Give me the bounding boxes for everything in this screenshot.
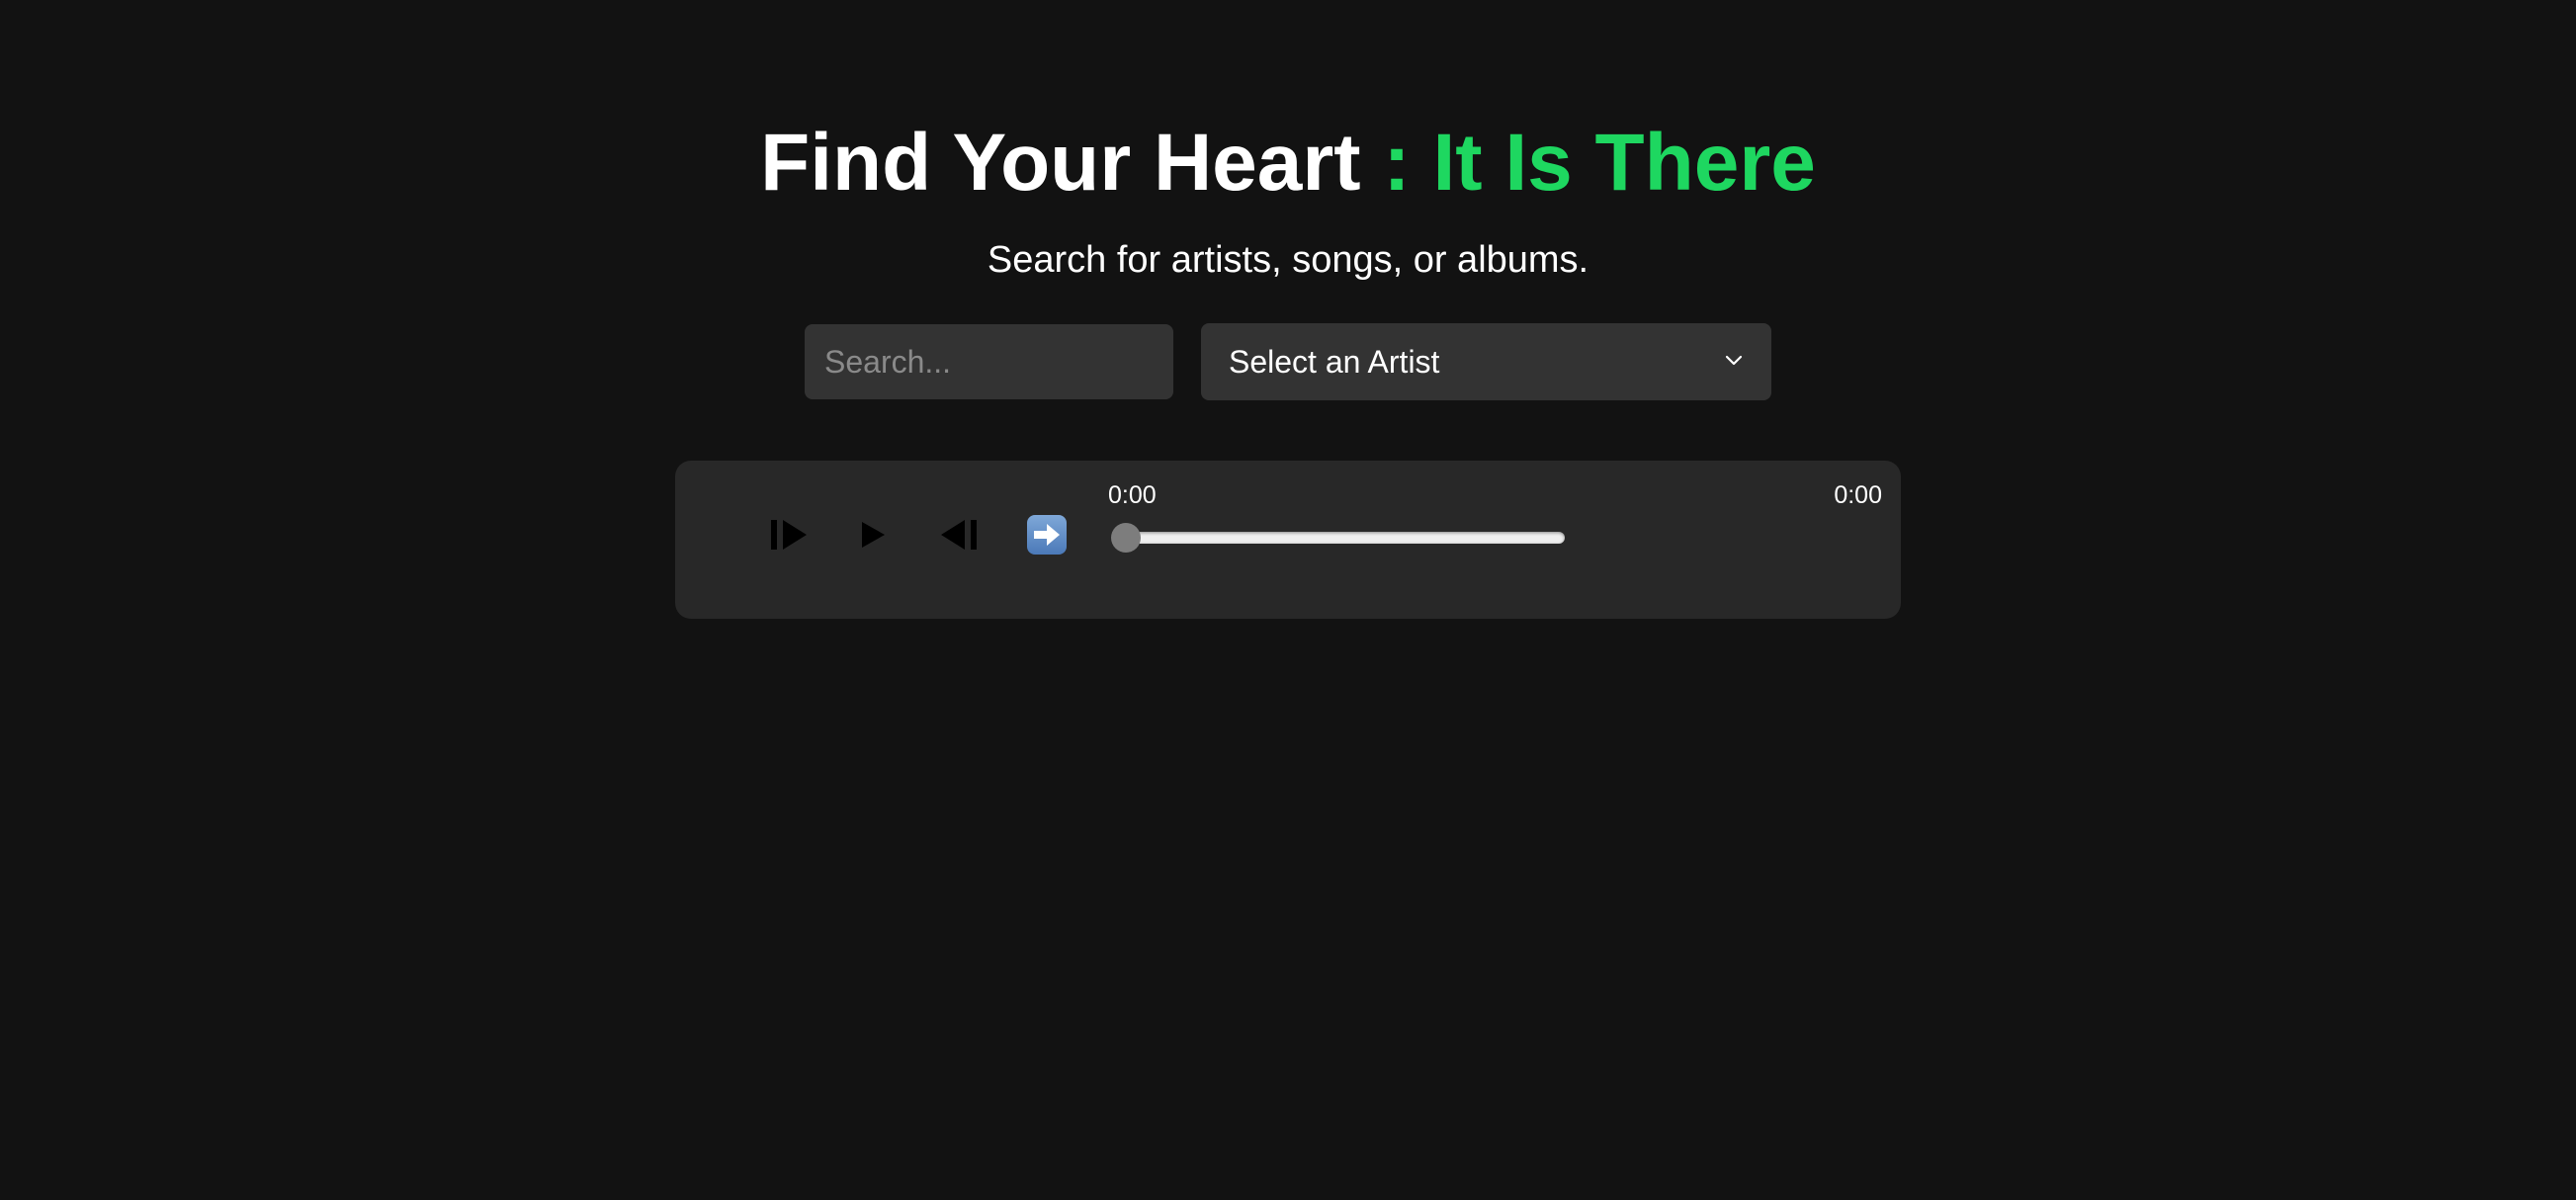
seek-thumb[interactable]	[1111, 523, 1141, 553]
seek-bar[interactable]	[1116, 532, 1565, 544]
title-accent: : It Is There	[1360, 118, 1816, 208]
next-arrow-icon	[1026, 514, 1068, 560]
artist-select[interactable]: Select an Artist	[1201, 323, 1771, 400]
current-time: 0:00	[1108, 481, 1157, 509]
skip-forward-button[interactable]	[762, 510, 816, 563]
search-input[interactable]	[805, 324, 1173, 399]
audio-player: 0:00 0:00	[675, 461, 1901, 619]
next-arrow-button[interactable]	[1020, 510, 1073, 563]
duration-time: 0:00	[1834, 481, 1882, 509]
page-subtitle: Search for artists, songs, or albums.	[987, 239, 1589, 281]
skip-back-icon	[939, 517, 979, 557]
title-main: Find Your Heart	[760, 118, 1361, 208]
chevron-down-icon	[1724, 350, 1744, 375]
play-button[interactable]	[846, 510, 900, 563]
page: Find Your Heart : It Is There Search for…	[0, 0, 2576, 1200]
skip-forward-icon	[769, 517, 809, 557]
page-title: Find Your Heart : It Is There	[0, 111, 2576, 215]
play-icon	[859, 520, 887, 555]
skip-back-button[interactable]	[932, 510, 986, 563]
artist-select-value: Select an Artist	[1229, 343, 1440, 380]
